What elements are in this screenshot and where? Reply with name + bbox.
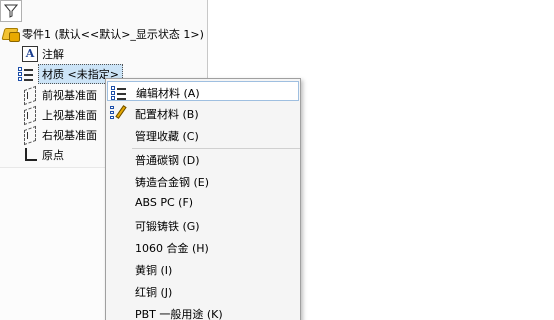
- top-plane-label: 上视基准面: [42, 109, 97, 122]
- pencil-material-icon: [110, 105, 127, 121]
- menu-item-label: 红铜 (J): [135, 286, 173, 299]
- material-icon: [18, 66, 34, 82]
- tree-item-front-plane[interactable]: 前视基准面: [22, 85, 97, 105]
- menu-item-label: 1060 合金 (H): [135, 242, 209, 255]
- menu-item-label: 普通碳钢 (D): [135, 154, 200, 167]
- part-icon: [2, 26, 20, 42]
- menu-item-label: 编辑材料 (A): [136, 87, 200, 100]
- filter-icon: [4, 4, 18, 18]
- menu-item-plain-carbon-steel[interactable]: 普通碳钢 (D): [107, 149, 299, 169]
- front-plane-label: 前视基准面: [42, 89, 97, 102]
- menu-item-label: 配置材料 (B): [135, 108, 199, 121]
- material-list-icon: [111, 84, 127, 100]
- menu-item-copper[interactable]: 红铜 (J): [107, 281, 299, 301]
- part-label: 零件1 (默认<<默认>_显示状态 1>): [22, 28, 204, 41]
- menu-item-edit-material[interactable]: 编辑材料 (A): [107, 81, 299, 101]
- tree-item-part[interactable]: 零件1 (默认<<默认>_显示状态 1>): [2, 24, 204, 44]
- menu-item-1060-alloy[interactable]: 1060 合金 (H): [107, 237, 299, 257]
- origin-icon: [22, 147, 38, 163]
- material-context-menu: 编辑材料 (A) 配置材料 (B) 管理收藏 (C) 普通碳钢 (D) 铸造合金…: [105, 78, 301, 320]
- menu-item-configure-material[interactable]: 配置材料 (B): [107, 103, 299, 123]
- menu-item-malleable-cast-iron[interactable]: 可锻铸铁 (G): [107, 215, 299, 235]
- menu-item-label: PBT 一般用途 (K): [135, 308, 223, 320]
- menu-item-pbt-general[interactable]: PBT 一般用途 (K): [107, 303, 299, 320]
- tree-item-origin[interactable]: 原点: [22, 145, 64, 165]
- right-plane-label: 右视基准面: [42, 129, 97, 142]
- plane-icon: [22, 107, 38, 123]
- filter-button[interactable]: [0, 0, 22, 22]
- tree-item-top-plane[interactable]: 上视基准面: [22, 105, 97, 125]
- menu-item-label: 可锻铸铁 (G): [135, 220, 200, 233]
- menu-item-label: 铸造合金钢 (E): [135, 176, 210, 189]
- menu-item-manage-favorites[interactable]: 管理收藏 (C): [107, 125, 299, 145]
- plane-icon: [22, 127, 38, 143]
- annotation-icon: A: [22, 46, 38, 62]
- menu-item-label: 管理收藏 (C): [135, 130, 199, 143]
- menu-item-label: ABS PC (F): [135, 196, 194, 209]
- plane-icon: [22, 87, 38, 103]
- tree-item-notes[interactable]: A 注解: [22, 44, 64, 64]
- menu-item-cast-alloy-steel[interactable]: 铸造合金钢 (E): [107, 171, 299, 191]
- tree-item-right-plane[interactable]: 右视基准面: [22, 125, 97, 145]
- menu-item-abs-pc[interactable]: ABS PC (F): [107, 193, 299, 213]
- menu-item-brass[interactable]: 黄铜 (I): [107, 259, 299, 279]
- menu-item-label: 黄铜 (I): [135, 264, 173, 277]
- notes-label: 注解: [42, 48, 64, 61]
- origin-label: 原点: [42, 149, 64, 162]
